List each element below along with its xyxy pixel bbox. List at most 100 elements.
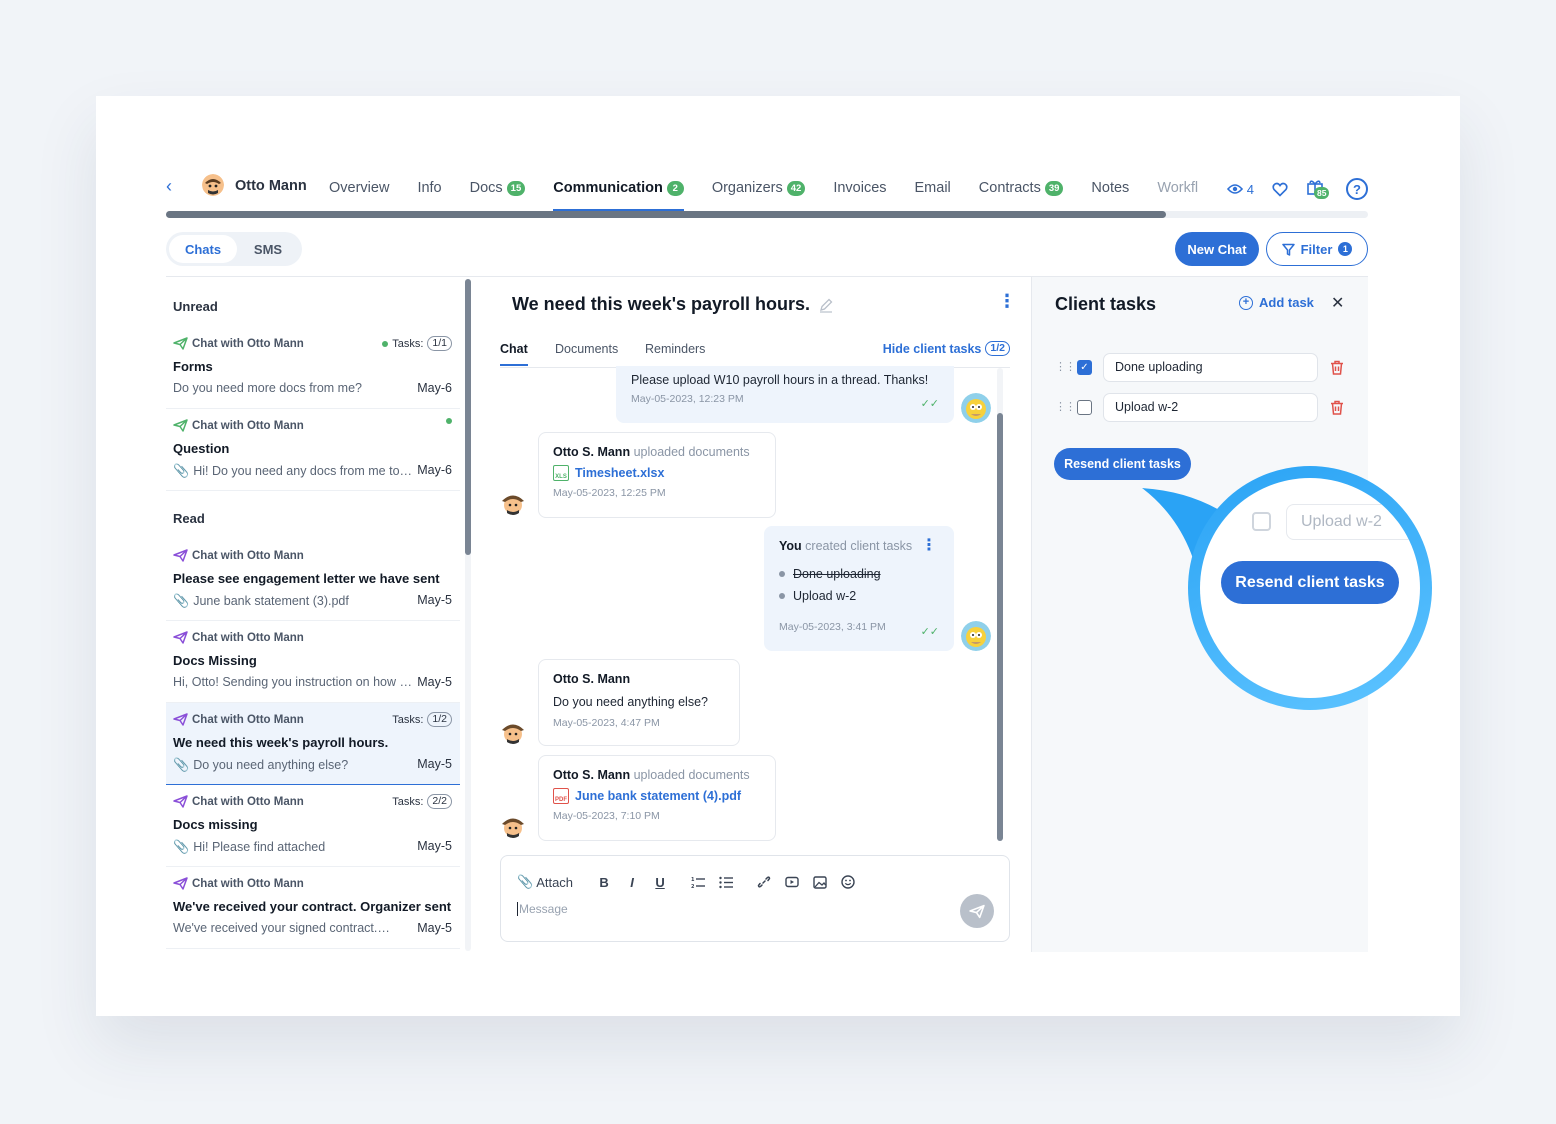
send-icon xyxy=(173,337,188,350)
attach-button[interactable]: 📎 Attach xyxy=(517,874,573,890)
messages-scrollbar[interactable] xyxy=(997,368,1003,841)
chat-from: Chat with Otto Mann xyxy=(192,337,304,350)
bullet-list-icon[interactable] xyxy=(719,876,734,889)
subtab-documents[interactable]: Documents xyxy=(555,342,618,356)
magnifier-callout: Upload w-2 Resend client tasks xyxy=(1188,466,1432,710)
edit-pencil-icon[interactable] xyxy=(818,297,834,313)
tab-invoices[interactable]: Invoices xyxy=(833,170,886,206)
chat-list-item[interactable]: Chat with Otto Mann Tasks: 1/1 Forms Do y… xyxy=(166,327,460,409)
chat-list-scrollbar[interactable] xyxy=(465,279,471,555)
chat-title-header: We need this week's payroll hours. xyxy=(512,294,834,315)
hide-client-tasks-link[interactable]: Hide client tasks 1/2 xyxy=(883,341,1010,356)
chat-list-item[interactable]: Chat with Otto Mann Docs Missing Hi, Ott… xyxy=(166,621,460,703)
paperclip-icon: 📎 xyxy=(173,593,190,608)
task-checkbox-checked[interactable]: ✓ xyxy=(1077,359,1092,375)
filter-count-badge: 1 xyxy=(1338,242,1353,256)
emoji-icon[interactable] xyxy=(841,875,855,889)
chat-list-item[interactable]: Chat with Otto Mann Please see engagemen… xyxy=(166,539,460,621)
tab-notes[interactable]: Notes xyxy=(1091,170,1129,206)
chat-list-item[interactable]: Chat with Otto Mann Tasks: 2/2 Docs missi… xyxy=(166,785,460,867)
task-bullet: Done uploading xyxy=(779,567,939,581)
filter-button[interactable]: Filter 1 xyxy=(1266,232,1368,266)
task-row: ⋮⋮ Upload w-2 xyxy=(1055,392,1355,422)
tab-label: Info xyxy=(417,180,442,196)
segment-sms[interactable]: SMS xyxy=(237,235,299,263)
tabs-scrollbar[interactable] xyxy=(166,211,1368,218)
message-input[interactable]: Message xyxy=(517,902,568,916)
task-input[interactable]: Upload w-2 xyxy=(1103,392,1318,422)
chat-preview: We've received your signed contract.… xyxy=(173,921,390,935)
tab-label: Invoices xyxy=(833,180,887,196)
tab-workflow[interactable]: Workfl xyxy=(1157,170,1198,206)
trash-icon[interactable] xyxy=(1330,400,1344,415)
task-input[interactable]: Done uploading xyxy=(1103,352,1318,382)
xls-file-icon: XLS xyxy=(553,465,569,481)
link-icon[interactable] xyxy=(757,875,771,889)
heart-icon[interactable] xyxy=(1272,182,1288,197)
client-avatar xyxy=(498,811,528,841)
paperclip-icon: 📎 xyxy=(173,757,190,772)
tasks-label: Tasks: xyxy=(392,337,424,350)
tab-docs[interactable]: Docs 15 xyxy=(470,170,526,206)
tab-info[interactable]: Info xyxy=(417,170,441,206)
subtab-chat[interactable]: Chat xyxy=(500,342,528,366)
bold-button[interactable]: B xyxy=(597,875,611,890)
ordered-list-icon[interactable]: 12 xyxy=(691,876,706,889)
task-bullet-text: Done uploading xyxy=(793,567,881,581)
underline-button[interactable]: U xyxy=(653,875,667,890)
chat-list-item[interactable]: Chat with Otto Mann We've received your … xyxy=(166,867,460,949)
hide-tasks-label: Hide client tasks xyxy=(882,341,982,356)
task-checkbox-unchecked[interactable] xyxy=(1077,399,1092,415)
new-chat-button[interactable]: New Chat xyxy=(1175,232,1259,266)
zoomed-checkbox xyxy=(1252,512,1271,531)
send-message-button[interactable] xyxy=(960,894,994,928)
trash-icon[interactable] xyxy=(1330,360,1344,375)
drag-handle-icon[interactable]: ⋮⋮ xyxy=(1055,362,1076,373)
client-tasks-title: Client tasks xyxy=(1055,294,1157,314)
tab-contracts[interactable]: Contracts 39 xyxy=(979,170,1064,206)
back-chevron-icon[interactable]: ‹ xyxy=(166,176,180,196)
tab-communication[interactable]: Communication 2 xyxy=(553,170,684,212)
views-button[interactable]: 4 xyxy=(1226,182,1254,197)
segment-chats[interactable]: Chats xyxy=(169,235,237,263)
tasks-label: Tasks: xyxy=(392,713,424,726)
message-author: Otto S. Mann xyxy=(553,672,631,686)
read-checkmarks-icon: ✓✓ xyxy=(920,398,939,410)
tab-label: Overview xyxy=(329,180,390,196)
add-task-button[interactable]: + Add task xyxy=(1239,295,1314,310)
drag-handle-icon[interactable]: ⋮⋮ xyxy=(1055,402,1076,413)
chat-date: May-5 xyxy=(417,921,452,935)
image-icon[interactable] xyxy=(813,875,827,889)
chat-preview: June bank statement (3).pdf xyxy=(193,594,349,608)
chat-from: Chat with Otto Mann xyxy=(192,877,304,890)
resend-client-tasks-button[interactable]: Resend client tasks xyxy=(1054,448,1191,480)
tab-overview[interactable]: Overview xyxy=(329,170,389,206)
tab-label: Communication xyxy=(553,180,663,196)
gift-button[interactable]: 85 xyxy=(1306,178,1330,200)
close-icon[interactable]: ✕ xyxy=(1331,293,1344,313)
scrollbar-thumb[interactable] xyxy=(166,211,1166,218)
video-icon[interactable] xyxy=(785,876,799,888)
client-name[interactable]: Otto Mann xyxy=(235,168,307,204)
help-icon[interactable]: ? xyxy=(1346,178,1368,200)
message-author: Otto S. Mann xyxy=(553,768,631,782)
tasks-count: 1/1 xyxy=(427,336,452,351)
message-bubble: Otto S. Mann Do you need anything else? … xyxy=(538,659,740,746)
file-attachment[interactable]: PDF June bank statement (4).pdf xyxy=(553,788,761,804)
message-more-icon[interactable]: ⋮ xyxy=(921,538,937,554)
italic-button[interactable]: I xyxy=(625,875,639,890)
chat-list-item[interactable]: Chat with Otto Mann Question 📎 Hi! Do you… xyxy=(166,409,460,491)
svg-text:2: 2 xyxy=(691,884,695,889)
tab-organizers[interactable]: Organizers 42 xyxy=(712,170,806,206)
chat-list-item-selected[interactable]: Chat with Otto Mann Tasks: 1/2 We need th… xyxy=(166,703,460,785)
file-name: Timesheet.xlsx xyxy=(575,466,665,480)
send-icon xyxy=(173,877,188,890)
chat-title: We've received your contract. Organizer … xyxy=(173,899,452,914)
subtab-reminders[interactable]: Reminders xyxy=(645,342,705,356)
tab-email[interactable]: Email xyxy=(915,170,951,206)
chat-date: May-5 xyxy=(417,593,452,607)
chat-more-icon[interactable]: ⋮ xyxy=(998,292,1016,310)
scrollbar-thumb[interactable] xyxy=(997,413,1003,841)
chat-title: Question xyxy=(173,441,230,456)
file-attachment[interactable]: XLS Timesheet.xlsx xyxy=(553,465,761,481)
